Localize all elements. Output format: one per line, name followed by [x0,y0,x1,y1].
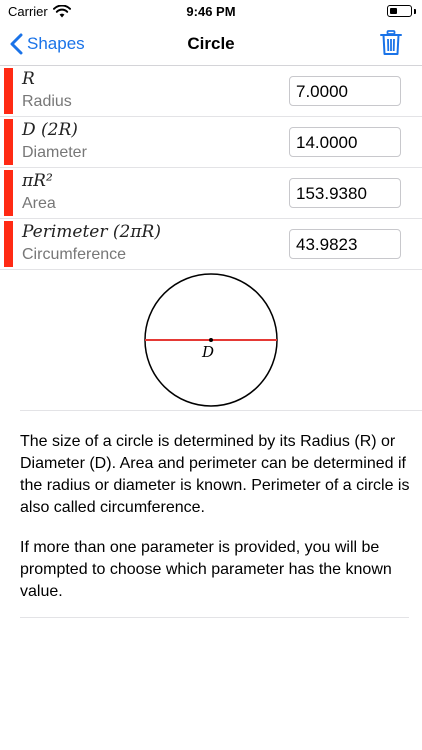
parameter-row-circumference: Perimeter (2πR) Circumference 43.9823 [0,219,422,270]
description: The size of a circle is determined by it… [20,431,410,603]
parameter-name: Area [22,195,56,212]
row-indicator [4,68,13,114]
row-indicator [4,119,13,165]
battery-level-fill [389,7,397,14]
circle-illustration: D [144,273,278,407]
parameter-row-diameter: D (2R) Diameter 14.0000 [0,117,422,168]
circumference-input[interactable]: 43.9823 [289,229,401,259]
description-paragraph: The size of a circle is determined by it… [20,433,410,516]
parameter-list: R Radius 7.0000 D (2R) Diameter 14.0000 … [0,66,422,270]
parameter-name: Diameter [22,144,87,161]
center-point [209,338,213,342]
delete-button[interactable] [380,30,402,61]
description-paragraph: If more than one parameter is provided, … [20,539,392,600]
diameter-input[interactable]: 14.0000 [289,127,401,157]
page-title: Circle [187,34,235,53]
formula-label: πR² [22,171,53,191]
formula-label: Perimeter (2πR) [22,222,161,242]
diameter-label: D [201,343,214,361]
status-time: 9:46 PM [186,4,236,19]
area-input[interactable]: 153.9380 [289,178,401,208]
formula-label: D (2R) [22,120,78,140]
formula-label: R [22,69,35,89]
row-indicator [4,221,13,267]
navigation-bar: Shapes Circle [0,22,422,66]
parameter-row-radius: R Radius 7.0000 [0,66,422,117]
trash-icon [380,30,402,55]
parameter-row-area: πR² Area 153.9380 [0,168,422,219]
divider [20,617,409,618]
parameter-name: Circumference [22,246,127,263]
battery-icon [387,5,412,17]
status-bar: Carrier 9:46 PM [0,0,422,22]
battery-nub [414,9,416,14]
radius-input[interactable]: 7.0000 [289,76,401,106]
circle-diagram: D [20,270,422,411]
parameter-name: Radius [22,93,72,110]
row-indicator [4,170,13,216]
